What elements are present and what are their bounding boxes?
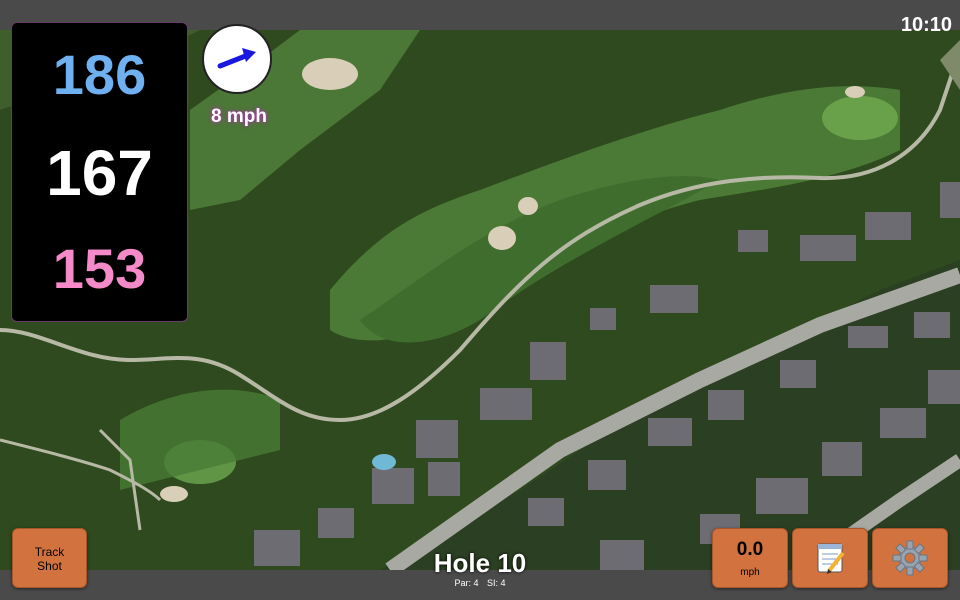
hole-par: Par: 4 [454, 578, 479, 588]
wind-speed-label: 8 mph [211, 106, 267, 127]
notes-button[interactable] [792, 528, 868, 588]
center-distance: 167 [46, 137, 153, 209]
front-distance: 153 [52, 237, 147, 300]
wind-button-value: 0.0 [736, 539, 764, 560]
distance-panel: 186 167 153 [11, 22, 188, 322]
track-shot-button[interactable]: Track Shot [12, 528, 87, 588]
wind-speed-button[interactable]: 0.0 mph [712, 528, 788, 588]
gear-icon [892, 540, 928, 576]
hole-si: SI: 4 [487, 578, 506, 588]
wind-button-unit: mph [740, 567, 760, 578]
hole-info: Par: 4 SI: 4 [380, 578, 580, 588]
track-shot-label-line2: Shot [37, 559, 62, 573]
wind-direction-badge [202, 24, 272, 94]
track-shot-label-line1: Track [34, 545, 65, 559]
back-distance: 186 [52, 43, 147, 106]
wind-arrow-icon [217, 48, 256, 69]
hole-title: Hole 10 [433, 548, 527, 578]
settings-button[interactable] [872, 528, 948, 588]
clock: 10:10 [900, 14, 952, 36]
notepad-icon [817, 543, 845, 574]
